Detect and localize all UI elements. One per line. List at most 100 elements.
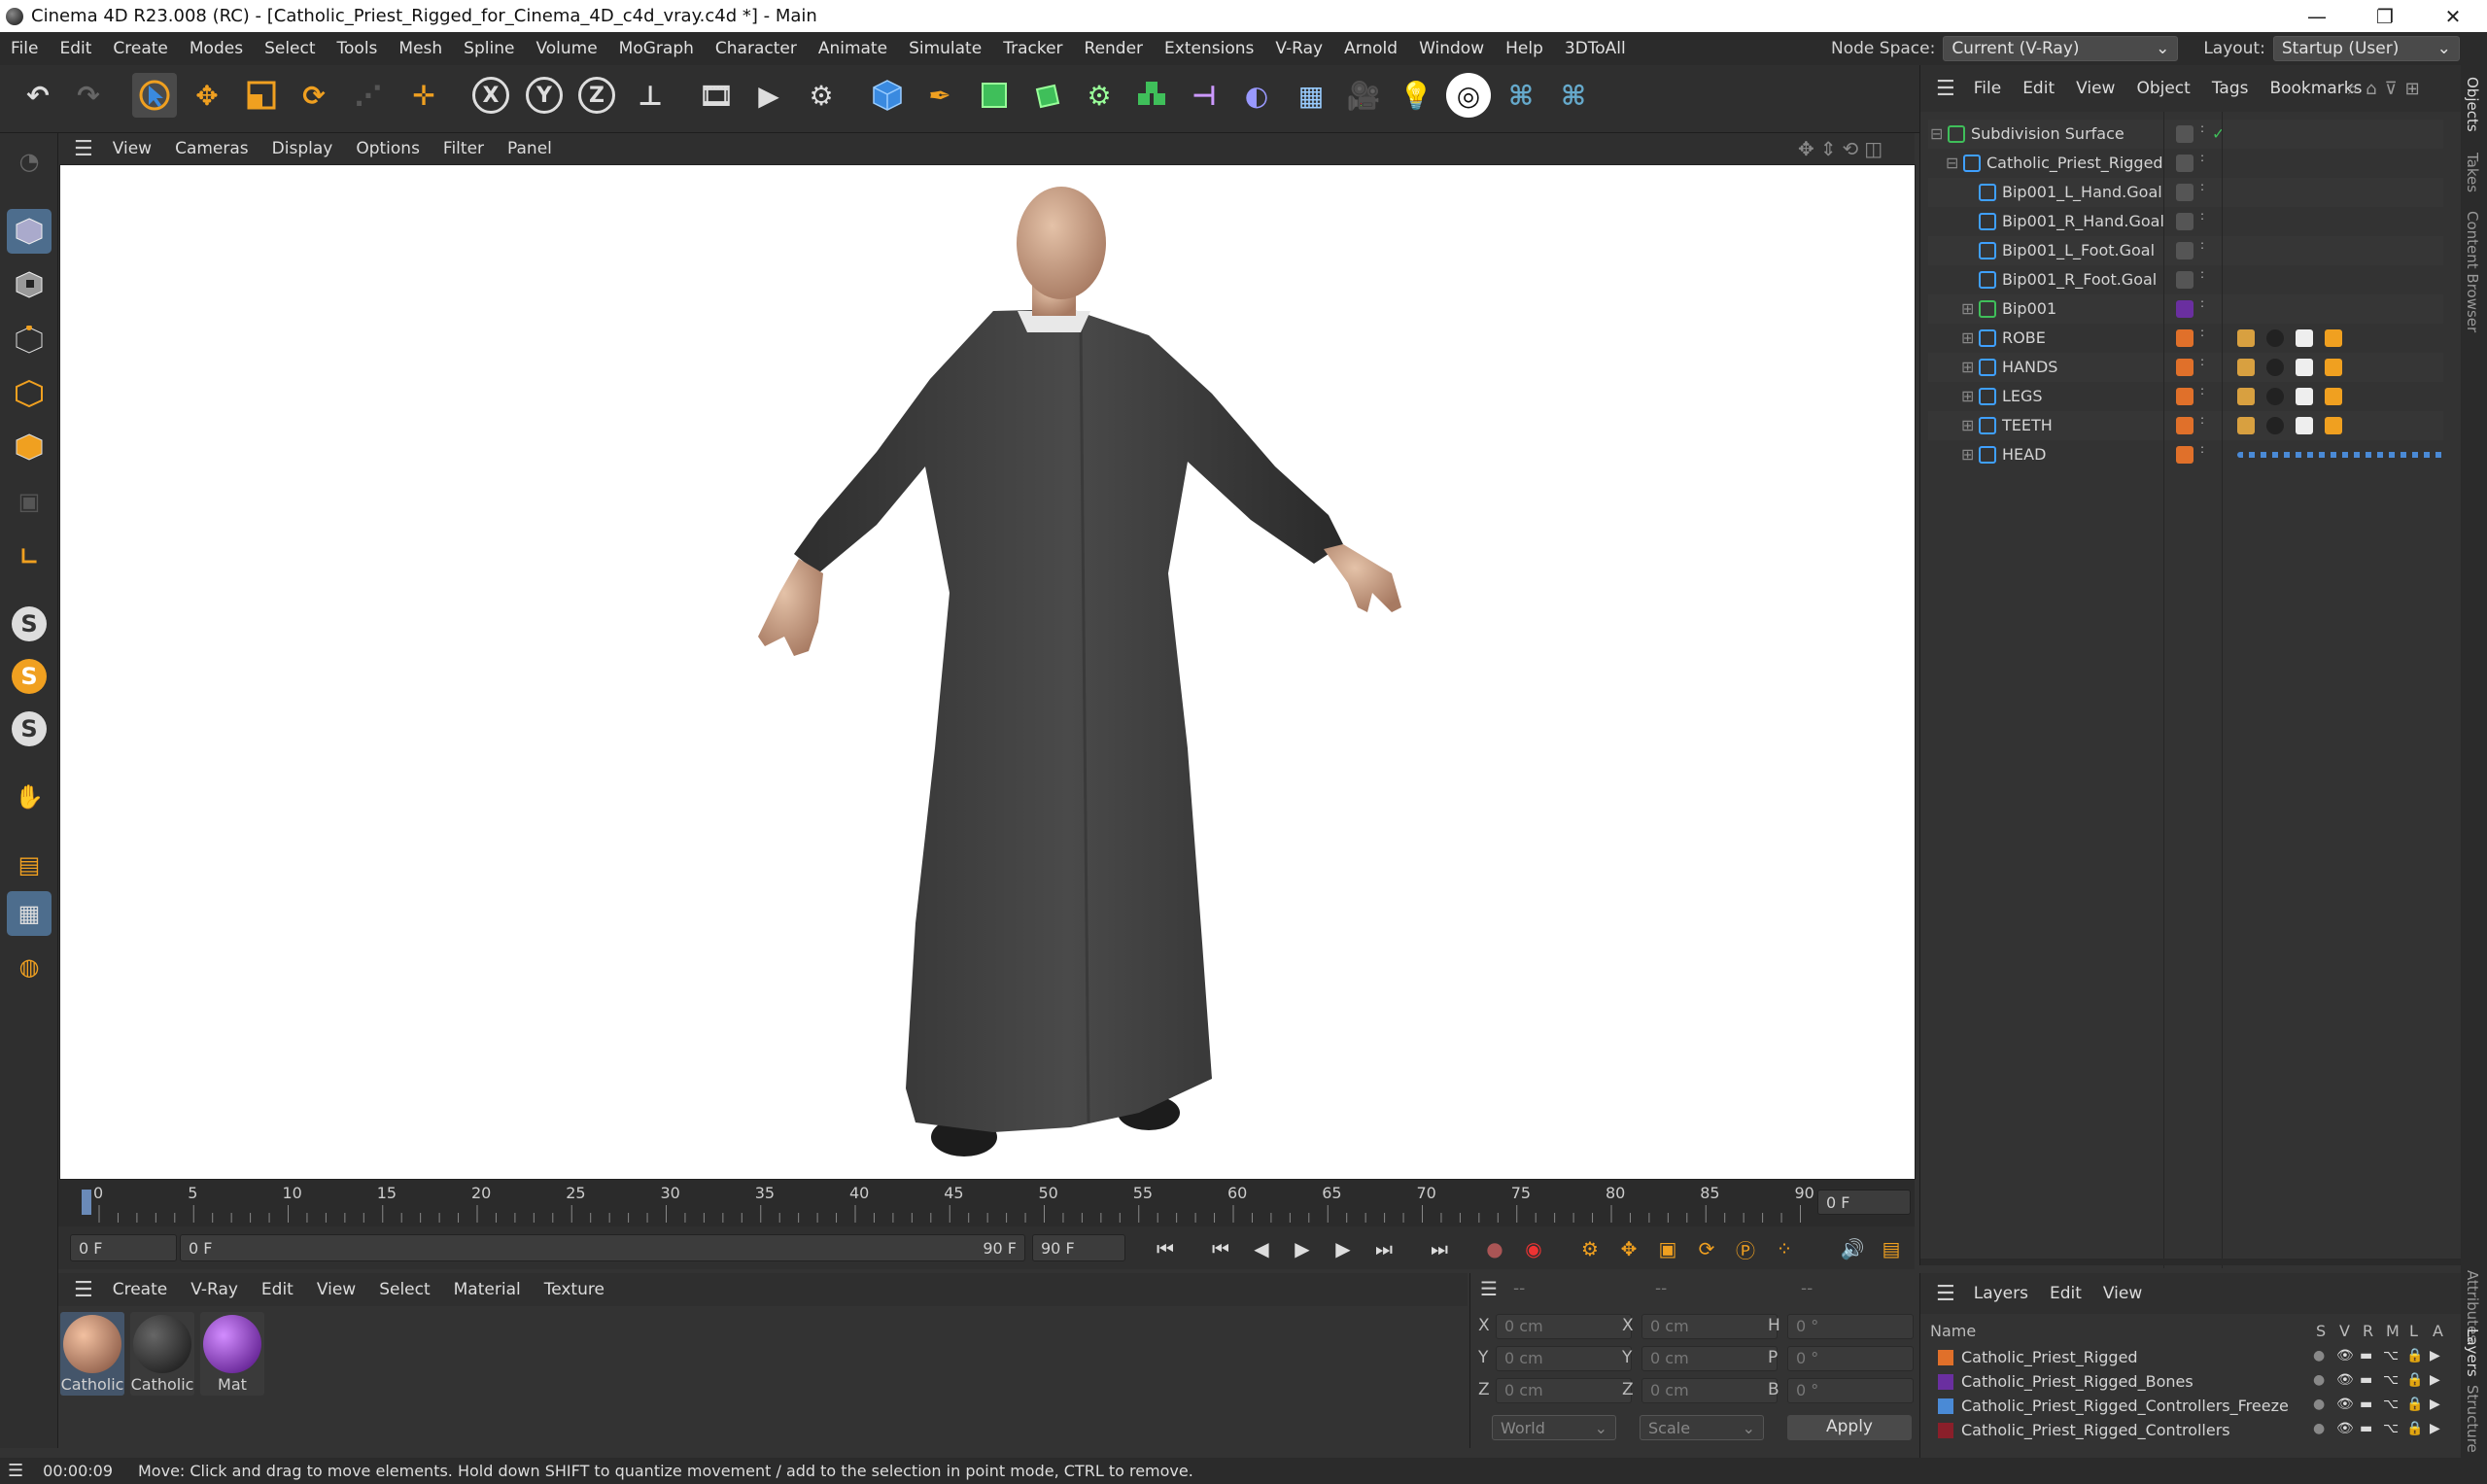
z-axis-icon[interactable]: Z <box>574 73 619 118</box>
maximize-button[interactable]: ❐ <box>2352 0 2418 32</box>
expand-icon[interactable]: ⊟ <box>1930 124 1943 143</box>
object-name[interactable]: LEGS <box>2002 387 2043 405</box>
python-alt-icon[interactable]: ⌘ <box>1551 73 1596 118</box>
menu-file[interactable]: File <box>0 39 49 58</box>
snap-s3-icon[interactable]: S <box>7 707 52 751</box>
material-tag-icon[interactable] <box>2266 417 2284 434</box>
pos-x-field[interactable]: 0 cm <box>1496 1314 1632 1339</box>
visibility-dots-icon[interactable]: : <box>2200 210 2204 222</box>
layer-row[interactable]: Catholic_Priest_Rigged_Bones ● 👁 ▬ ⌥ 🔒 ▶ <box>1930 1371 2455 1396</box>
object-name[interactable]: HEAD <box>2002 445 2046 464</box>
object-name[interactable]: TEETH <box>2002 416 2053 434</box>
viewport-menu-panel[interactable]: Panel <box>496 139 564 158</box>
apply-button[interactable]: Apply <box>1787 1415 1912 1440</box>
animation-icon[interactable]: ▶ <box>2430 1421 2440 1436</box>
eye-icon[interactable]: 👁 <box>2336 1372 2354 1388</box>
visibility-dots-icon[interactable]: : <box>2200 122 2204 134</box>
layer-color-swatch[interactable] <box>2176 125 2193 143</box>
size-x-field[interactable]: 0 cm <box>1641 1314 1778 1339</box>
expand-icon[interactable]: ⊞ <box>1961 358 1974 376</box>
menu-edit[interactable]: Edit <box>49 39 102 58</box>
eye-icon[interactable]: 👁 <box>2336 1348 2354 1363</box>
material-menu-create[interactable]: Create <box>101 1280 180 1299</box>
goto-start-icon[interactable]: ⏮ <box>1150 1234 1181 1263</box>
object-row[interactable]: ⊞ HEAD: <box>1928 440 2445 469</box>
hamburger-icon[interactable]: ☰ <box>8 1461 23 1481</box>
tag-strip-icon[interactable] <box>2237 452 2445 458</box>
tab-objects[interactable]: Objects <box>2464 77 2481 132</box>
layer-color-swatch[interactable] <box>2176 242 2193 259</box>
objects-menu-view[interactable]: View <box>2065 79 2125 98</box>
object-name[interactable]: ROBE <box>2002 328 2046 347</box>
object-row[interactable]: ⊟ Subdivision Surface: ✓ <box>1928 120 2443 149</box>
layers-menu-view[interactable]: View <box>2092 1284 2153 1303</box>
vray-icon[interactable]: ◎ <box>1446 73 1491 118</box>
lock-icon[interactable]: 🔒 <box>2406 1397 2423 1412</box>
viewport-menu-view[interactable]: View <box>101 139 163 158</box>
cloner-icon[interactable]: ⚙ <box>1077 73 1122 118</box>
visibility-dots-icon[interactable]: : <box>2200 443 2204 455</box>
selection-tag-icon[interactable] <box>2325 417 2342 434</box>
goto-end-icon[interactable]: ⏭ <box>1424 1234 1455 1263</box>
material-swatch[interactable]: Catholic <box>130 1312 194 1396</box>
timeline-ruler[interactable]: 0 5 10 15 20 25 30 35 40 45 50 55 60 65 70 75 80 85 90 0 F <box>58 1180 1915 1226</box>
visibility-dots-icon[interactable]: : <box>2200 181 2204 192</box>
size-mode-dropdown[interactable]: Scale ⌄ <box>1640 1415 1764 1440</box>
material-menu-vray[interactable]: V-Ray <box>179 1280 250 1299</box>
render-icon[interactable]: ▬ <box>2360 1372 2372 1388</box>
layer-name[interactable]: Catholic_Priest_Rigged_Bones <box>1961 1372 2193 1391</box>
enabled-check-icon[interactable]: ✓ <box>2212 124 2225 143</box>
object-row[interactable]: ⊞ TEETH: <box>1928 411 2443 440</box>
menu-tracker[interactable]: Tracker <box>992 39 1073 58</box>
layer-color-swatch[interactable] <box>2176 300 2193 318</box>
material-menu-view[interactable]: View <box>305 1280 367 1299</box>
manager-icon[interactable]: ⌥ <box>2383 1421 2399 1436</box>
cube-icon[interactable] <box>865 73 910 118</box>
eye-icon[interactable]: 👁 <box>2336 1421 2354 1436</box>
layout-dropdown[interactable]: Startup (User) ⌄ <box>2272 36 2460 61</box>
visibility-dots-icon[interactable]: : <box>2200 327 2204 338</box>
visibility-dots-icon[interactable]: : <box>2200 385 2204 397</box>
material-swatch[interactable]: Mat <box>200 1312 264 1396</box>
viewport-menu-cameras[interactable]: Cameras <box>163 139 260 158</box>
layer-color-swatch[interactable] <box>2176 184 2193 201</box>
menu-vray[interactable]: V-Ray <box>1264 39 1333 58</box>
floor-icon[interactable]: ▦ <box>1289 73 1333 118</box>
prev-frame-icon[interactable]: ◀ <box>1246 1234 1277 1263</box>
horizontal-scrollbar[interactable] <box>1920 1259 2462 1265</box>
object-name[interactable]: Bip001_L_Foot.Goal <box>2002 241 2155 259</box>
make-editable-icon[interactable]: ◔ <box>7 139 52 184</box>
objects-menu-tags[interactable]: Tags <box>2201 79 2260 98</box>
hamburger-icon[interactable]: ☰ <box>66 137 101 161</box>
object-row[interactable]: ⊟ Catholic_Priest_Rigged: <box>1928 149 2443 178</box>
eye-icon[interactable]: 👁 <box>2336 1397 2354 1412</box>
menu-3dtoall[interactable]: 3DToAll <box>1554 39 1637 58</box>
expand-icon[interactable]: ⊞ <box>1961 445 1974 464</box>
current-frame-field[interactable]: 0 F <box>1817 1190 1911 1215</box>
menu-create[interactable]: Create <box>102 39 179 58</box>
axis-mode-icon[interactable]: ∟ <box>7 535 52 579</box>
animation-icon[interactable]: ▶ <box>2430 1372 2440 1388</box>
hamburger-icon[interactable]: ☰ <box>1928 77 1963 101</box>
render-active-icon[interactable]: ▶ <box>746 73 791 118</box>
object-row[interactable]: ⊞ ROBE: <box>1928 324 2443 353</box>
layer-color-swatch[interactable] <box>2176 155 2193 172</box>
uv-mode-icon[interactable]: ▣ <box>7 479 52 524</box>
menu-mesh[interactable]: Mesh <box>388 39 453 58</box>
menu-window[interactable]: Window <box>1408 39 1495 58</box>
uvw-tag-icon[interactable] <box>2237 417 2255 434</box>
tab-layers[interactable]: Layers <box>2464 1329 2481 1377</box>
3d-viewport[interactable] <box>59 164 1916 1180</box>
undo-icon[interactable]: ↶ <box>16 73 60 118</box>
menu-render[interactable]: Render <box>1074 39 1155 58</box>
layer-color-swatch[interactable] <box>1938 1398 1953 1414</box>
rot-p-field[interactable]: 0 ° <box>1787 1346 1914 1371</box>
material-menu-texture[interactable]: Texture <box>533 1280 616 1299</box>
objects-menu-edit[interactable]: Edit <box>2012 79 2065 98</box>
tab-content-browser[interactable]: Content Browser <box>2464 211 2481 332</box>
menu-select[interactable]: Select <box>254 39 326 58</box>
rot-h-field[interactable]: 0 ° <box>1787 1314 1914 1339</box>
field-icon[interactable]: ◐ <box>1234 73 1279 118</box>
x-axis-icon[interactable]: X <box>468 73 513 118</box>
objects-menu-object[interactable]: Object <box>2125 79 2200 98</box>
